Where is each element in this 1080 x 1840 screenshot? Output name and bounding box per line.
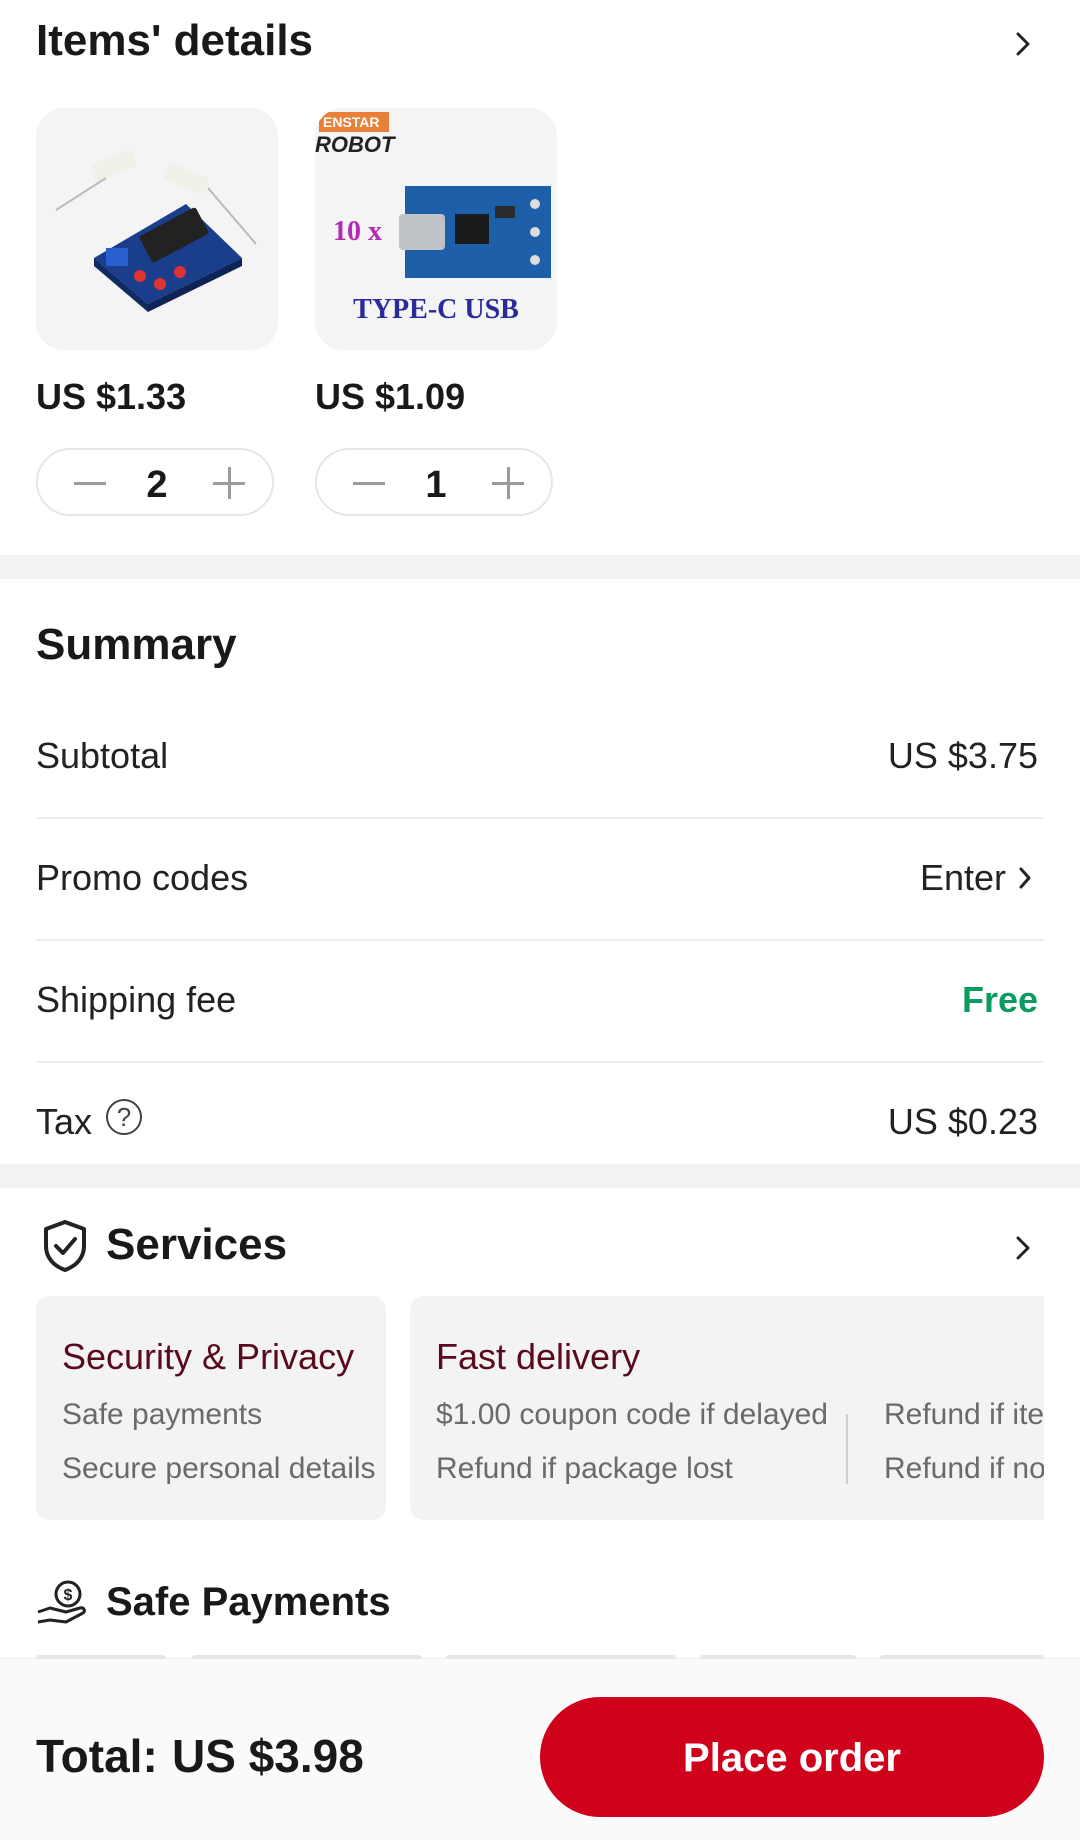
items-details-section: Items' details US $1.33 2 ENSTAR ROBOT 1… xyxy=(0,0,1080,555)
payment-method-stub xyxy=(36,1655,166,1659)
services-title: Services xyxy=(106,1220,288,1269)
payment-method-stub xyxy=(880,1655,1044,1659)
tax-label: Tax xyxy=(36,1101,93,1142)
payment-method-stub xyxy=(192,1655,422,1659)
quantity-stepper[interactable]: 1 xyxy=(315,448,553,516)
item-price: US $1.33 xyxy=(36,376,187,417)
item-price: US $1.09 xyxy=(315,376,466,417)
hand-coin-icon: $ xyxy=(37,1580,86,1624)
service-card-line: Safe payments xyxy=(62,1398,263,1431)
brand-text: ROBOT xyxy=(315,132,396,157)
plus-icon-stem[interactable] xyxy=(507,467,510,499)
total-label: Total: xyxy=(36,1730,158,1782)
items-details-title: Items' details xyxy=(36,16,314,65)
summary-section: Summary Subtotal US $3.75 Promo codes En… xyxy=(0,579,1080,1164)
service-card-security[interactable]: Security & Privacy Safe payments Secure … xyxy=(36,1296,386,1520)
payment-method-stub xyxy=(700,1655,856,1659)
service-card-line: Refund if no xyxy=(884,1452,1044,1485)
safe-payments-title: Safe Payments xyxy=(106,1580,391,1624)
service-card-title: Fast delivery xyxy=(436,1336,641,1377)
service-card-line: Refund if iter xyxy=(884,1398,1044,1431)
service-card-line: $1.00 coupon code if delayed xyxy=(436,1398,828,1431)
quantity-stepper[interactable]: 2 xyxy=(36,448,274,516)
place-order-button[interactable]: Place order xyxy=(540,1697,1044,1817)
help-circle-icon[interactable]: ? xyxy=(106,1099,142,1135)
service-card-line: Refund if package lost xyxy=(436,1452,733,1485)
service-card-line: Secure personal details xyxy=(62,1452,376,1485)
subtotal-value: US $3.75 xyxy=(887,735,1038,776)
item-thumbnail[interactable] xyxy=(36,108,278,350)
svg-text:$: $ xyxy=(64,1587,73,1604)
product-caption: TYPE-C USB xyxy=(353,294,519,325)
payment-method-stub xyxy=(446,1655,676,1659)
shield-check-icon xyxy=(44,1220,86,1272)
chevron-right-icon[interactable] xyxy=(1016,863,1034,893)
total-value: US $3.98 xyxy=(172,1730,364,1782)
brand-text: ENSTAR xyxy=(323,114,380,130)
promo-codes-label: Promo codes xyxy=(36,857,249,898)
service-card-title: Security & Privacy xyxy=(62,1336,355,1377)
checkout-bottom-bar: Total: US $3.98 Place order xyxy=(0,1655,1080,1840)
subtotal-row: Subtotal US $3.75 xyxy=(36,697,1044,819)
promo-codes-row[interactable]: Promo codes Enter xyxy=(36,819,1044,941)
item-card[interactable]: US $1.33 2 xyxy=(36,108,278,516)
section-divider xyxy=(0,1164,1080,1188)
service-card-fast-delivery[interactable]: Fast delivery $1.00 coupon code if delay… xyxy=(410,1296,1044,1520)
summary-title: Summary xyxy=(36,620,237,669)
tax-value: US $0.23 xyxy=(887,1101,1038,1142)
shipping-fee-value: Free xyxy=(961,979,1038,1020)
quantity-value: 2 xyxy=(146,464,168,506)
item-thumbnail[interactable]: ENSTAR ROBOT 10 x TYPE-C USB xyxy=(315,108,557,350)
chevron-right-icon[interactable] xyxy=(1008,24,1038,64)
promo-enter-link[interactable]: Enter xyxy=(920,857,1006,899)
product-image-typec-board: ENSTAR ROBOT 10 x TYPE-C USB xyxy=(315,112,551,325)
item-card[interactable]: ENSTAR ROBOT 10 x TYPE-C USB US $1.09 1 xyxy=(315,108,557,516)
subtotal-label: Subtotal xyxy=(36,735,169,776)
service-card-divider xyxy=(846,1414,848,1484)
chevron-right-icon[interactable] xyxy=(1010,1230,1036,1266)
shipping-fee-row: Shipping fee Free xyxy=(36,941,1044,1063)
badge-text: 10 x xyxy=(333,216,382,247)
section-divider xyxy=(0,555,1080,579)
shipping-fee-label: Shipping fee xyxy=(36,979,237,1020)
product-image-load-board xyxy=(55,149,257,312)
plus-icon-stem[interactable] xyxy=(228,467,231,499)
quantity-value: 1 xyxy=(425,464,447,506)
